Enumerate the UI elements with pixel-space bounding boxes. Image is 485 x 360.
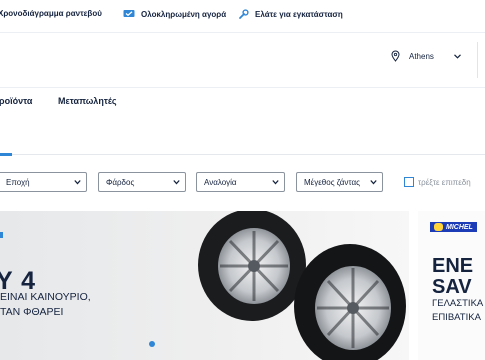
banner-line-2: ΤΑΝ ΦΘΑΡΕΙ: [0, 306, 64, 318]
chevron-down-icon: [173, 180, 180, 185]
rim-size-select-value: Μέγεθος ζάντας: [304, 177, 360, 187]
active-tab-indicator: [0, 153, 12, 156]
complete-purchase-link[interactable]: Ολοκληρωμένη αγορά: [123, 9, 226, 19]
tire-front: [294, 244, 406, 360]
season-select[interactable]: Εποχή: [0, 172, 87, 192]
complete-purchase-label: Ολοκληρωμένη αγορά: [141, 9, 227, 19]
brand-name: MICHEL: [446, 223, 473, 231]
season-select-value: Εποχή: [6, 177, 30, 187]
banner-line-1: ΕΙΝΑΙ ΚΑΙΝΟΥΡΙΟ,: [0, 291, 91, 303]
installation-link[interactable]: Ελάτε για εγκατάσταση: [238, 9, 343, 20]
brand-logo: MICHEL: [430, 222, 477, 232]
chevron-down-icon: [74, 180, 81, 185]
width-select-value: Φάρδος: [106, 177, 135, 187]
chevron-down-icon: [272, 180, 279, 185]
cart-check-icon: [123, 10, 135, 17]
installation-label: Ελάτε για εγκατάσταση: [255, 10, 343, 19]
wrench-icon: [239, 9, 249, 19]
ratio-select-value: Αναλογία: [204, 177, 237, 187]
promo-title-2: SAV: [432, 276, 472, 298]
section-divider: [0, 154, 485, 155]
chevron-down-icon: [370, 180, 377, 185]
location-selector[interactable]: Athens: [391, 50, 461, 62]
nav-dealers[interactable]: Μεταπωλητές: [58, 96, 117, 106]
location-city: Athens: [409, 51, 434, 61]
tire-back: [198, 211, 306, 321]
hero-banner[interactable]: Y 4 ΕΙΝΑΙ ΚΑΙΝΟΥΡΙΟ, ΤΑΝ ΦΘΑΡΕΙ: [0, 211, 409, 360]
promo-title-1: ENE: [432, 255, 474, 277]
top-bar: Χρονοδιάγραμμα ραντεβού Ολοκληρωμένη αγο…: [0, 0, 485, 33]
promo-line-1: ΓΕΛΑΣΤΙΚΑ: [432, 298, 484, 309]
carousel-dot[interactable]: [149, 341, 155, 347]
chevron-down-icon: [453, 53, 461, 59]
width-select[interactable]: Φάρδος: [98, 172, 186, 192]
tires-image: [198, 211, 406, 360]
rim-size-select[interactable]: Μέγεθος ζάντας: [296, 172, 383, 192]
appointment-link[interactable]: Χρονοδιάγραμμα ραντεβού: [0, 9, 102, 18]
run-flat-checkbox[interactable]: [404, 177, 414, 187]
promo-card[interactable]: MICHEL ENE SAV ΓΕΛΑΣΤΙΚΑ ΕΠΙΒΑΤΙΚΑ: [418, 211, 485, 360]
run-flat-label: τρέξτε επιπεδη: [418, 178, 471, 187]
ratio-select[interactable]: Αναλογία: [196, 172, 285, 192]
location-pin-icon: [391, 50, 400, 62]
nav-products[interactable]: ροϊόντα: [0, 96, 32, 106]
header-divider: [477, 42, 478, 78]
mascot-icon: [434, 223, 443, 231]
banner-accent: [0, 232, 3, 238]
promo-line-2: ΕΠΙΒΑΤΙΚΑ: [432, 312, 481, 323]
appointment-link-label: Χρονοδιάγραμμα ραντεβού: [0, 9, 102, 18]
